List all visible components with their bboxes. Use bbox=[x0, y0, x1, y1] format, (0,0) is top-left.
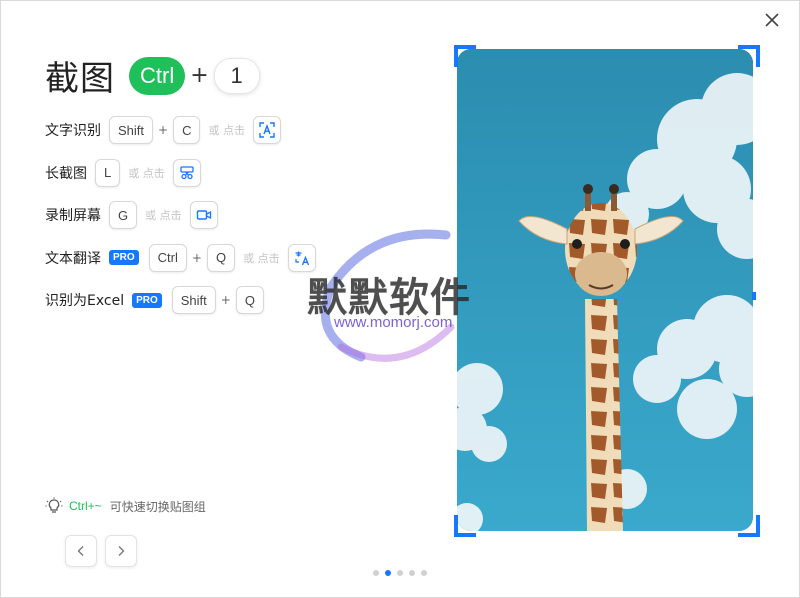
shortcut-row-record-screen: 录制屏幕 G 或 点击 bbox=[45, 201, 316, 230]
ocr-icon bbox=[259, 122, 275, 138]
key-c: C bbox=[173, 116, 201, 144]
key-g: G bbox=[109, 201, 138, 230]
shortcut-list: 文字识别 Shift + C 或 点击 长截图 L 或 点击 录制屏幕 G 或 … bbox=[45, 116, 316, 329]
key-q: Q bbox=[235, 286, 264, 315]
plus-sign: + bbox=[220, 293, 231, 308]
page-dot-active[interactable] bbox=[385, 570, 391, 576]
lightbulb-icon bbox=[45, 497, 63, 513]
selection-handle-right[interactable] bbox=[752, 292, 756, 300]
chevron-right-icon bbox=[118, 546, 125, 556]
key-shift: Shift bbox=[109, 116, 154, 144]
tip-shortcut: Ctrl+~ bbox=[69, 499, 102, 513]
watermark-url: www.momorj.com bbox=[334, 314, 453, 331]
key-l: L bbox=[95, 158, 121, 187]
shortcut-label: 录制屏幕 bbox=[45, 208, 101, 225]
close-button[interactable] bbox=[761, 9, 783, 31]
translate-button[interactable] bbox=[287, 243, 316, 272]
plus-sign: + bbox=[191, 250, 202, 265]
key-shift: Shift bbox=[171, 286, 216, 315]
page-dot[interactable] bbox=[421, 570, 427, 576]
chevron-left-icon bbox=[77, 546, 84, 556]
shortcut-label: 长截图 bbox=[45, 165, 87, 182]
shortcut-row-translate: 文本翻译 PRO Ctrl + Q 或 点击 bbox=[45, 243, 316, 272]
key-badge-1: 1 bbox=[213, 57, 260, 94]
page-dot[interactable] bbox=[409, 570, 415, 576]
shortcut-row-long-screenshot: 长截图 L 或 点击 bbox=[45, 158, 316, 187]
pagination-dots bbox=[373, 570, 433, 576]
video-record-icon bbox=[196, 210, 211, 220]
tip-text: 可快速切换贴图组 bbox=[109, 499, 206, 514]
translate-icon bbox=[294, 251, 309, 266]
shortcut-row-ocr: 文字识别 Shift + C 或 点击 bbox=[45, 116, 316, 144]
shortcut-row-excel: 识别为Excel PRO Shift + Q bbox=[45, 286, 316, 315]
page-nav bbox=[65, 535, 145, 567]
page-dot[interactable] bbox=[373, 570, 379, 576]
pro-badge: PRO bbox=[109, 250, 139, 266]
plus-sign: + bbox=[158, 123, 169, 137]
pro-badge: PRO bbox=[132, 292, 162, 308]
tip-bar: Ctrl+~ 可快速切换贴图组 bbox=[45, 497, 206, 515]
page-title: 截图 bbox=[45, 59, 115, 99]
giraffe-illustration bbox=[457, 49, 753, 531]
plus-sign: + bbox=[190, 63, 209, 88]
ocr-button[interactable] bbox=[252, 116, 281, 144]
prev-page-button[interactable] bbox=[65, 535, 97, 567]
or-click-text: 或 点击 bbox=[128, 166, 165, 180]
shortcut-label: 文本翻译 bbox=[45, 250, 101, 267]
selection-corner-top-left[interactable] bbox=[454, 45, 476, 67]
title-row: 截图 Ctrl + 1 bbox=[45, 51, 260, 100]
selection-corner-bottom-right[interactable] bbox=[738, 515, 760, 537]
scroll-capture-icon bbox=[180, 165, 194, 179]
shortcut-guide-window: 截图 Ctrl + 1 文字识别 Shift + C 或 点击 长截图 L 或 … bbox=[0, 0, 800, 598]
long-screenshot-button[interactable] bbox=[172, 158, 201, 187]
page-dot[interactable] bbox=[397, 570, 403, 576]
selection-corner-top-right[interactable] bbox=[738, 45, 760, 67]
or-click-text: 或 点击 bbox=[243, 251, 280, 265]
shortcut-label: 识别为Excel bbox=[45, 293, 125, 310]
or-click-text: 或 点击 bbox=[208, 124, 245, 137]
shortcut-label: 文字识别 bbox=[45, 123, 101, 139]
or-click-text: 或 点击 bbox=[145, 209, 182, 223]
close-icon bbox=[765, 13, 779, 27]
record-screen-button[interactable] bbox=[189, 201, 218, 230]
watermark-title: 默默软件 bbox=[307, 275, 471, 321]
key-q: Q bbox=[206, 243, 236, 272]
key-badge-ctrl: Ctrl bbox=[129, 56, 186, 95]
selection-corner-bottom-left[interactable] bbox=[454, 515, 476, 537]
next-page-button[interactable] bbox=[105, 535, 137, 567]
key-ctrl: Ctrl bbox=[148, 243, 187, 272]
preview-image bbox=[457, 49, 753, 531]
